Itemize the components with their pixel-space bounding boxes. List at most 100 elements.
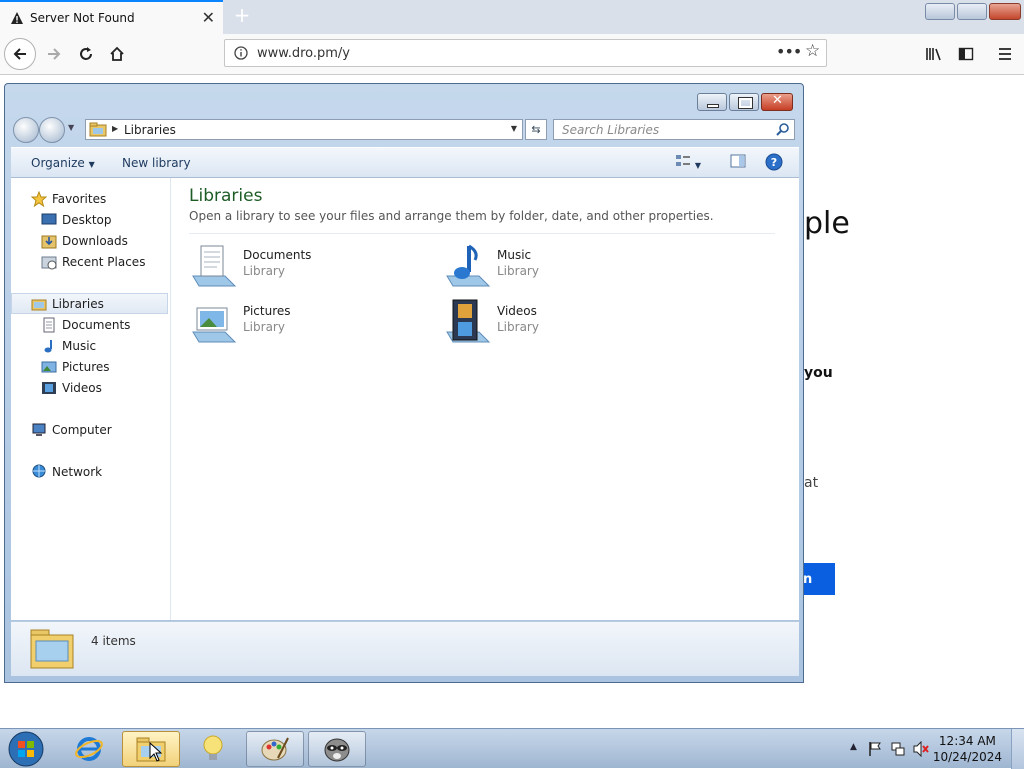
refresh-button[interactable]: ⇆: [525, 119, 547, 140]
details-pane: 4 items: [11, 621, 799, 676]
preview-pane-button[interactable]: [730, 154, 746, 171]
search-input[interactable]: Search Libraries: [553, 119, 795, 140]
browser-tab-active[interactable]: Server Not Found ✕: [0, 0, 223, 34]
forward-button[interactable]: [38, 38, 70, 70]
address-bar[interactable]: ▶ Libraries ▼: [85, 119, 523, 140]
nav-item-desktop[interactable]: Desktop: [11, 209, 198, 230]
taskbar-raccoon-app[interactable]: [308, 731, 366, 767]
nav-label: Libraries: [52, 296, 104, 311]
library-item-documents[interactable]: Documents Library: [189, 242, 409, 294]
close-tab-icon[interactable]: ✕: [202, 8, 215, 27]
chevron-down-icon: ▼: [88, 160, 95, 169]
library-kind: Library: [243, 264, 285, 278]
back-button[interactable]: [13, 117, 39, 143]
nav-item-computer[interactable]: Computer: [11, 419, 188, 440]
page-subtitle: Open a library to see your files and arr…: [189, 209, 714, 223]
pictures-icon: [41, 361, 57, 372]
browser-minimize-button[interactable]: [925, 3, 955, 20]
taskbar-paint[interactable]: [246, 731, 304, 767]
taskbar-windows-explorer[interactable]: [122, 731, 180, 767]
nav-label: Computer: [52, 422, 112, 437]
browser-close-button[interactable]: [989, 3, 1021, 20]
forward-button[interactable]: [39, 117, 65, 143]
nav-item-favorites[interactable]: Favorites: [11, 188, 188, 209]
info-icon[interactable]: [234, 46, 248, 60]
page-try-again-button[interactable]: n: [803, 563, 835, 595]
address-row: ▼ ▶ Libraries ▼ ⇆ Search Libraries: [11, 117, 799, 143]
item-count: 4 items: [91, 634, 136, 648]
command-bar: Organize ▼ New library ▼ ?: [11, 147, 799, 178]
library-item-videos[interactable]: Videos Library: [443, 298, 663, 350]
library-name: Pictures: [243, 304, 291, 318]
documents-library-icon: [192, 245, 237, 287]
show-desktop-button[interactable]: [1011, 729, 1024, 769]
system-tray: ▲ 12:34 AM 10/24/2024: [844, 729, 1024, 769]
svg-text:?: ?: [771, 156, 777, 169]
help-button[interactable]: ?: [765, 153, 783, 174]
clock[interactable]: 12:34 AM 10/24/2024: [933, 733, 1002, 765]
preview-pane-icon: [730, 154, 746, 168]
url-bar[interactable]: www.dro.pm/y ••• ☆: [224, 39, 827, 67]
page-actions-icon[interactable]: •••: [776, 42, 802, 61]
nav-item-downloads[interactable]: Downloads: [11, 230, 198, 251]
reload-icon: [80, 47, 92, 60]
nav-item-music[interactable]: Music: [11, 335, 198, 356]
library-item-pictures[interactable]: Pictures Library: [189, 298, 409, 350]
address-dropdown-icon[interactable]: ▼: [511, 124, 517, 133]
recent-pages-chevron-icon[interactable]: ▼: [68, 123, 74, 132]
sidebar-button[interactable]: [950, 38, 982, 70]
home-button[interactable]: [101, 38, 133, 70]
nav-label: Videos: [62, 380, 102, 395]
search-icon[interactable]: [776, 122, 790, 136]
chevron-down-icon: ▼: [694, 161, 701, 170]
content-pane: Libraries Open a library to see your fil…: [171, 178, 799, 620]
help-icon: ?: [765, 153, 783, 171]
back-button[interactable]: [4, 38, 36, 70]
library-name: Videos: [497, 304, 537, 318]
music-library-icon: [446, 244, 491, 287]
bookmark-star-icon[interactable]: ☆: [805, 41, 820, 61]
network-status-icon[interactable]: [890, 741, 906, 757]
library-button[interactable]: [918, 38, 950, 70]
taskbar-lightbulb-app[interactable]: [184, 731, 242, 767]
taskbar: ▲ 12:34 AM 10/24/2024: [0, 728, 1024, 769]
nav-item-videos[interactable]: Videos: [11, 377, 198, 398]
nav-item-documents[interactable]: Documents: [11, 314, 198, 335]
action-center-flag-icon[interactable]: [868, 741, 882, 757]
forward-arrow-icon: [48, 48, 61, 60]
nav-item-pictures[interactable]: Pictures: [11, 356, 198, 377]
library-name: Documents: [243, 248, 312, 262]
internet-explorer-icon: [75, 737, 103, 761]
show-hidden-icons-icon[interactable]: ▲: [850, 742, 857, 752]
breadcrumb-arrow-icon[interactable]: ▶: [112, 124, 118, 133]
nav-label: Documents: [62, 317, 131, 332]
nav-item-network[interactable]: Network: [11, 461, 188, 482]
libraries-icon: [31, 299, 47, 310]
start-button[interactable]: [6, 731, 46, 767]
view-options-button[interactable]: ▼: [675, 154, 701, 171]
network-icon: [32, 464, 46, 477]
volume-muted-icon[interactable]: [912, 741, 930, 757]
star-icon: [31, 190, 47, 207]
view-icon: [676, 155, 690, 166]
navigation-pane: Favorites Desktop Downloads Recent Place…: [11, 178, 171, 620]
nav-item-recent-places[interactable]: Recent Places: [11, 251, 198, 272]
browser-maximize-button[interactable]: [957, 3, 987, 20]
organize-button[interactable]: Organize ▼: [31, 156, 95, 170]
library-name: Music: [497, 248, 532, 262]
browser-nav-bar: www.dro.pm/y ••• ☆: [0, 34, 1024, 75]
breadcrumb[interactable]: Libraries: [124, 123, 176, 137]
menu-button[interactable]: [989, 38, 1021, 70]
libraries-folder-large-icon: [30, 629, 74, 669]
library-item-music[interactable]: Music Library: [443, 242, 663, 294]
library-kind: Library: [243, 320, 285, 334]
nav-item-libraries[interactable]: Libraries: [11, 293, 168, 314]
recent-places-icon: [41, 256, 57, 269]
videos-library-icon: [446, 299, 491, 343]
taskbar-internet-explorer[interactable]: [60, 731, 118, 767]
windows-logo-icon: [8, 731, 44, 767]
new-tab-button[interactable]: +: [231, 4, 253, 28]
organize-label: Organize: [31, 156, 85, 170]
new-library-button[interactable]: New library: [122, 156, 191, 170]
reload-button[interactable]: [70, 38, 102, 70]
